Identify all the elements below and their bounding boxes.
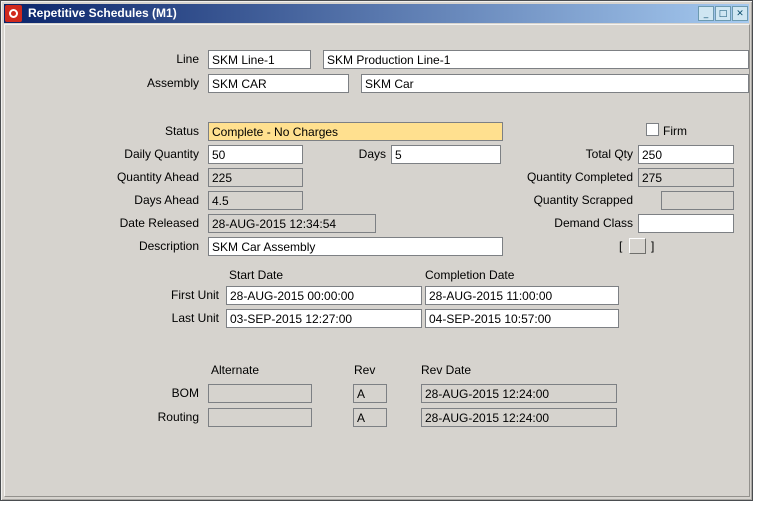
last-unit-label: Last Unit: [171, 311, 219, 325]
rev-header: Rev: [354, 363, 376, 377]
total-qty-label: Total Qty: [585, 147, 633, 161]
first-unit-completion-field[interactable]: [425, 286, 619, 305]
routing-rev-date-field: [421, 408, 617, 427]
quantity-ahead-label: Quantity Ahead: [116, 170, 199, 184]
last-unit-completion-field[interactable]: [425, 309, 619, 328]
bom-rev-field: [353, 384, 387, 403]
window-controls: _ □ ✕: [698, 6, 748, 21]
line-code-field[interactable]: [208, 50, 311, 69]
description-label: Description: [138, 239, 199, 253]
repetitive-schedules-window: Repetitive Schedules (M1) _ □ ✕ Line Ass…: [0, 0, 753, 501]
completion-date-header: Completion Date: [425, 268, 515, 282]
oracle-ring-icon: [9, 9, 18, 18]
close-button[interactable]: ✕: [732, 6, 748, 21]
first-unit-start-field[interactable]: [226, 286, 422, 305]
demand-class-label: Demand Class: [554, 216, 633, 230]
descriptive-flexfield-button[interactable]: [629, 238, 646, 254]
description-field[interactable]: [208, 237, 503, 256]
routing-alternate-field: [208, 408, 312, 427]
daily-quantity-label: Daily Quantity: [124, 147, 199, 161]
alternate-header: Alternate: [211, 363, 260, 377]
status-field[interactable]: [208, 122, 503, 141]
window-title: Repetitive Schedules (M1): [28, 6, 177, 20]
status-label: Status: [164, 124, 199, 138]
firm-label: Firm: [663, 124, 687, 138]
flexfield-close-bracket: ]: [651, 239, 655, 253]
minimize-button[interactable]: _: [698, 6, 714, 21]
first-unit-label: First Unit: [171, 288, 219, 302]
assembly-name-field[interactable]: [361, 74, 749, 93]
line-name-field[interactable]: [323, 50, 749, 69]
quantity-scrapped-field: [661, 191, 734, 210]
oracle-logo-icon: [5, 5, 22, 22]
date-released-field: [208, 214, 376, 233]
titlebar[interactable]: Repetitive Schedules (M1) _ □ ✕: [4, 4, 749, 23]
quantity-scrapped-label: Quantity Scrapped: [533, 193, 633, 207]
maximize-button[interactable]: □: [715, 6, 731, 21]
assembly-label: Assembly: [146, 76, 199, 90]
routing-label: Routing: [157, 410, 199, 424]
quantity-completed-field: [638, 168, 734, 187]
start-date-header: Start Date: [229, 268, 284, 282]
routing-rev-field: [353, 408, 387, 427]
bom-label: BOM: [171, 386, 199, 400]
assembly-code-field[interactable]: [208, 74, 349, 93]
bom-alternate-field: [208, 384, 312, 403]
total-qty-field[interactable]: [638, 145, 734, 164]
date-released-label: Date Released: [119, 216, 199, 230]
rev-date-header: Rev Date: [421, 363, 472, 377]
quantity-completed-label: Quantity Completed: [526, 170, 633, 184]
bom-rev-date-field: [421, 384, 617, 403]
last-unit-start-field[interactable]: [226, 309, 422, 328]
days-label: Days: [358, 147, 386, 161]
daily-quantity-field[interactable]: [208, 145, 303, 164]
line-label: Line: [176, 52, 199, 66]
firm-checkbox[interactable]: [646, 123, 659, 136]
flexfield-open-bracket: [: [619, 239, 623, 253]
demand-class-field[interactable]: [638, 214, 734, 233]
quantity-ahead-field: [208, 168, 303, 187]
days-ahead-field: [208, 191, 303, 210]
days-ahead-label: Days Ahead: [134, 193, 199, 207]
